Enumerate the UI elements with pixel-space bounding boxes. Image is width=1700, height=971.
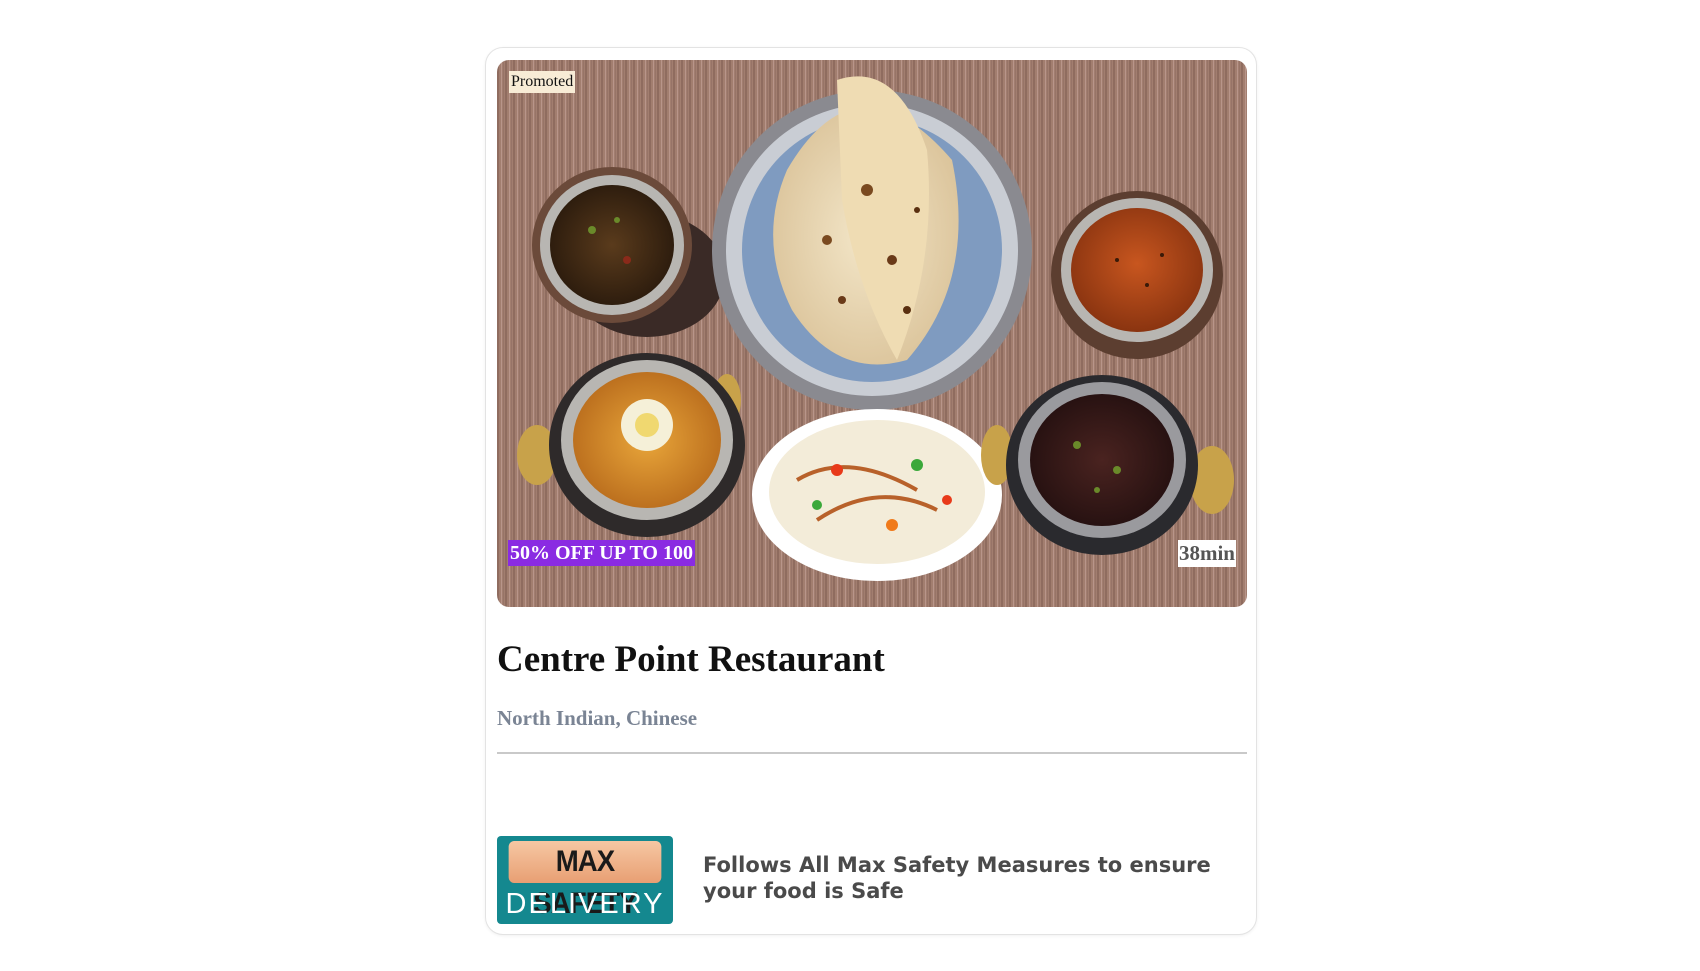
delivery-time-badge: 38min <box>1177 540 1236 567</box>
restaurant-name[interactable]: Centre Point Restaurant <box>497 638 885 681</box>
max-safety-logo-bottom: DELIVERY <box>505 888 665 920</box>
safety-message: Follows All Max Safety Measures to ensur… <box>703 853 1211 903</box>
max-safety-logo-top: MAX SAFETY <box>508 841 662 920</box>
offer-badge: 50% OFF UP TO 100 <box>508 540 695 566</box>
restaurant-card[interactable]: Promoted 50% OFF UP TO 100 38min Centre … <box>485 47 1257 935</box>
food-photo <box>497 60 1247 607</box>
cuisine-list: North Indian, Chinese <box>497 706 698 730</box>
restaurant-image[interactable]: Promoted 50% OFF UP TO 100 38min <box>497 60 1247 607</box>
promoted-badge: Promoted <box>509 71 576 93</box>
max-safety-logo: MAX SAFETY DELIVERY <box>497 836 673 924</box>
divider <box>497 752 1247 754</box>
